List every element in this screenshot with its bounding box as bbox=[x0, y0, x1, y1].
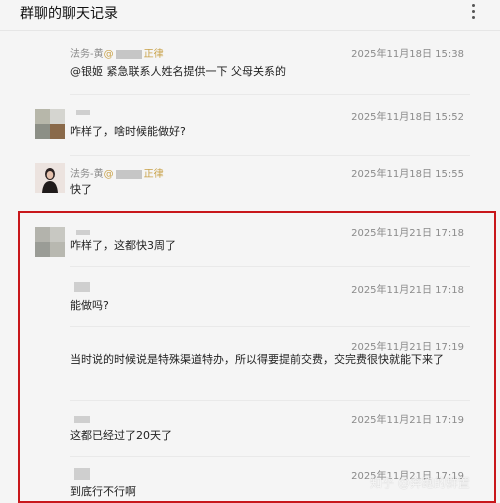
message-text: 咋样了，这都快3周了 bbox=[70, 239, 176, 252]
message-text: 当时说的时候说是特殊渠道特办，所以得要提前交费，交完费很快就能下来了 bbox=[70, 353, 444, 366]
message-time: 2025年11月18日 15:52 bbox=[351, 112, 464, 123]
page-title: 群聊的聊天记录 bbox=[20, 6, 118, 22]
more-vertical-icon[interactable] bbox=[464, 2, 484, 22]
redacted-name bbox=[74, 416, 90, 423]
message-time: 2025年11月18日 15:38 bbox=[351, 49, 464, 60]
redacted-name bbox=[74, 282, 90, 292]
redacted-name bbox=[74, 468, 90, 480]
divider bbox=[70, 326, 470, 327]
window-header: 群聊的聊天记录 bbox=[0, 0, 500, 31]
person-photo-icon bbox=[35, 163, 65, 193]
message-time: 2025年11月21日 17:19 bbox=[351, 415, 464, 426]
redacted-name bbox=[115, 49, 142, 59]
divider bbox=[70, 155, 470, 156]
message-text: 到底行不行啊 bbox=[70, 485, 136, 498]
message-text: 快了 bbox=[70, 183, 92, 196]
message-text: 咋样了，啥时候能做好? bbox=[70, 125, 186, 138]
divider bbox=[70, 456, 470, 457]
watermark: 知乎 @奔跑的群置 bbox=[370, 476, 470, 490]
avatar[interactable] bbox=[35, 109, 65, 139]
divider bbox=[70, 266, 470, 267]
message-text: 这都已经过了20天了 bbox=[70, 429, 172, 442]
avatar[interactable] bbox=[35, 163, 65, 193]
sender-name: 法务-黄@ 正律 bbox=[70, 169, 164, 180]
divider bbox=[70, 94, 470, 95]
redacted-name bbox=[76, 230, 90, 235]
divider bbox=[70, 400, 470, 401]
message-time: 2025年11月18日 15:55 bbox=[351, 169, 464, 180]
message-time: 2025年11月21日 17:18 bbox=[351, 285, 464, 296]
message-time: 2025年11月21日 17:19 bbox=[351, 342, 464, 353]
message-text: 能做吗? bbox=[70, 299, 109, 312]
message-text: @银姬 紧急联系人姓名提供一下 父母关系的 bbox=[70, 65, 286, 78]
sender-name: 法务-黄@ 正律 bbox=[70, 49, 164, 60]
redacted-name bbox=[115, 169, 142, 179]
redacted-name bbox=[76, 110, 90, 115]
message-time: 2025年11月21日 17:18 bbox=[351, 228, 464, 239]
avatar[interactable] bbox=[35, 227, 65, 257]
